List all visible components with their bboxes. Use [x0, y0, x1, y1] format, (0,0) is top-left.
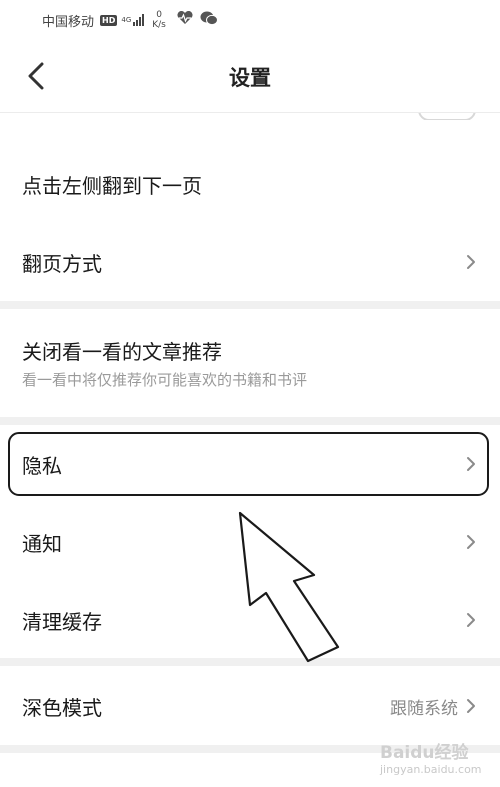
row-label: 关闭看一看的文章推荐 — [22, 340, 222, 364]
row-privacy[interactable]: 隐私 — [0, 430, 500, 498]
chevron-right-icon — [467, 613, 475, 627]
nav-bar: 设置 — [0, 40, 500, 112]
watermark: Baidu经验 jingyan.baidu.com — [380, 738, 500, 786]
speed-value: 0 — [156, 10, 162, 20]
chevron-right-icon — [467, 457, 475, 471]
signal-icon — [133, 14, 145, 26]
status-bar: 中国移动 HD 4G 0 K/s — [0, 0, 500, 40]
row-label: 清理缓存 — [22, 609, 102, 634]
row-label: 点击左侧翻到下一页 — [22, 173, 202, 198]
row-label: 深色模式 — [22, 695, 102, 720]
watermark-url: jingyan.baidu.com — [380, 763, 482, 776]
arrow-pointer-icon — [238, 511, 340, 663]
row-label: 隐私 — [22, 453, 62, 478]
watermark-main: Baidu经验 — [380, 743, 469, 763]
hd-badge: HD — [100, 14, 118, 26]
row-label: 通知 — [22, 531, 62, 556]
chevron-right-icon — [467, 699, 475, 713]
chevron-right-icon — [467, 255, 475, 269]
row-description: 看一看中将仅推荐你可能喜欢的书籍和书评 — [22, 371, 308, 389]
wechat-icon — [200, 11, 218, 30]
dark-mode-value: 跟随系统 — [390, 698, 458, 719]
row-page-turn[interactable]: 翻页方式 — [0, 224, 500, 300]
page-title: 设置 — [229, 66, 271, 90]
partial-row — [0, 112, 500, 120]
health-heart-icon — [176, 10, 194, 29]
row-label: 翻页方式 — [22, 251, 102, 276]
network-type: 4G — [121, 16, 132, 24]
row-article-recommendation[interactable]: 关闭看一看的文章推荐 看一看中将仅推荐你可能喜欢的书籍和书评 — [0, 336, 500, 390]
chevron-right-icon — [467, 535, 475, 549]
section-divider — [0, 301, 500, 309]
section-divider — [0, 417, 500, 425]
speed-unit: K/s — [152, 20, 166, 30]
toggle-switch[interactable] — [418, 113, 476, 120]
carrier-name: 中国移动 — [42, 14, 95, 30]
row-tap-left[interactable]: 点击左侧翻到下一页 — [0, 146, 500, 222]
network-speed: 0 K/s — [152, 10, 166, 30]
row-dark-mode[interactable]: 深色模式 跟随系统 — [0, 668, 500, 744]
